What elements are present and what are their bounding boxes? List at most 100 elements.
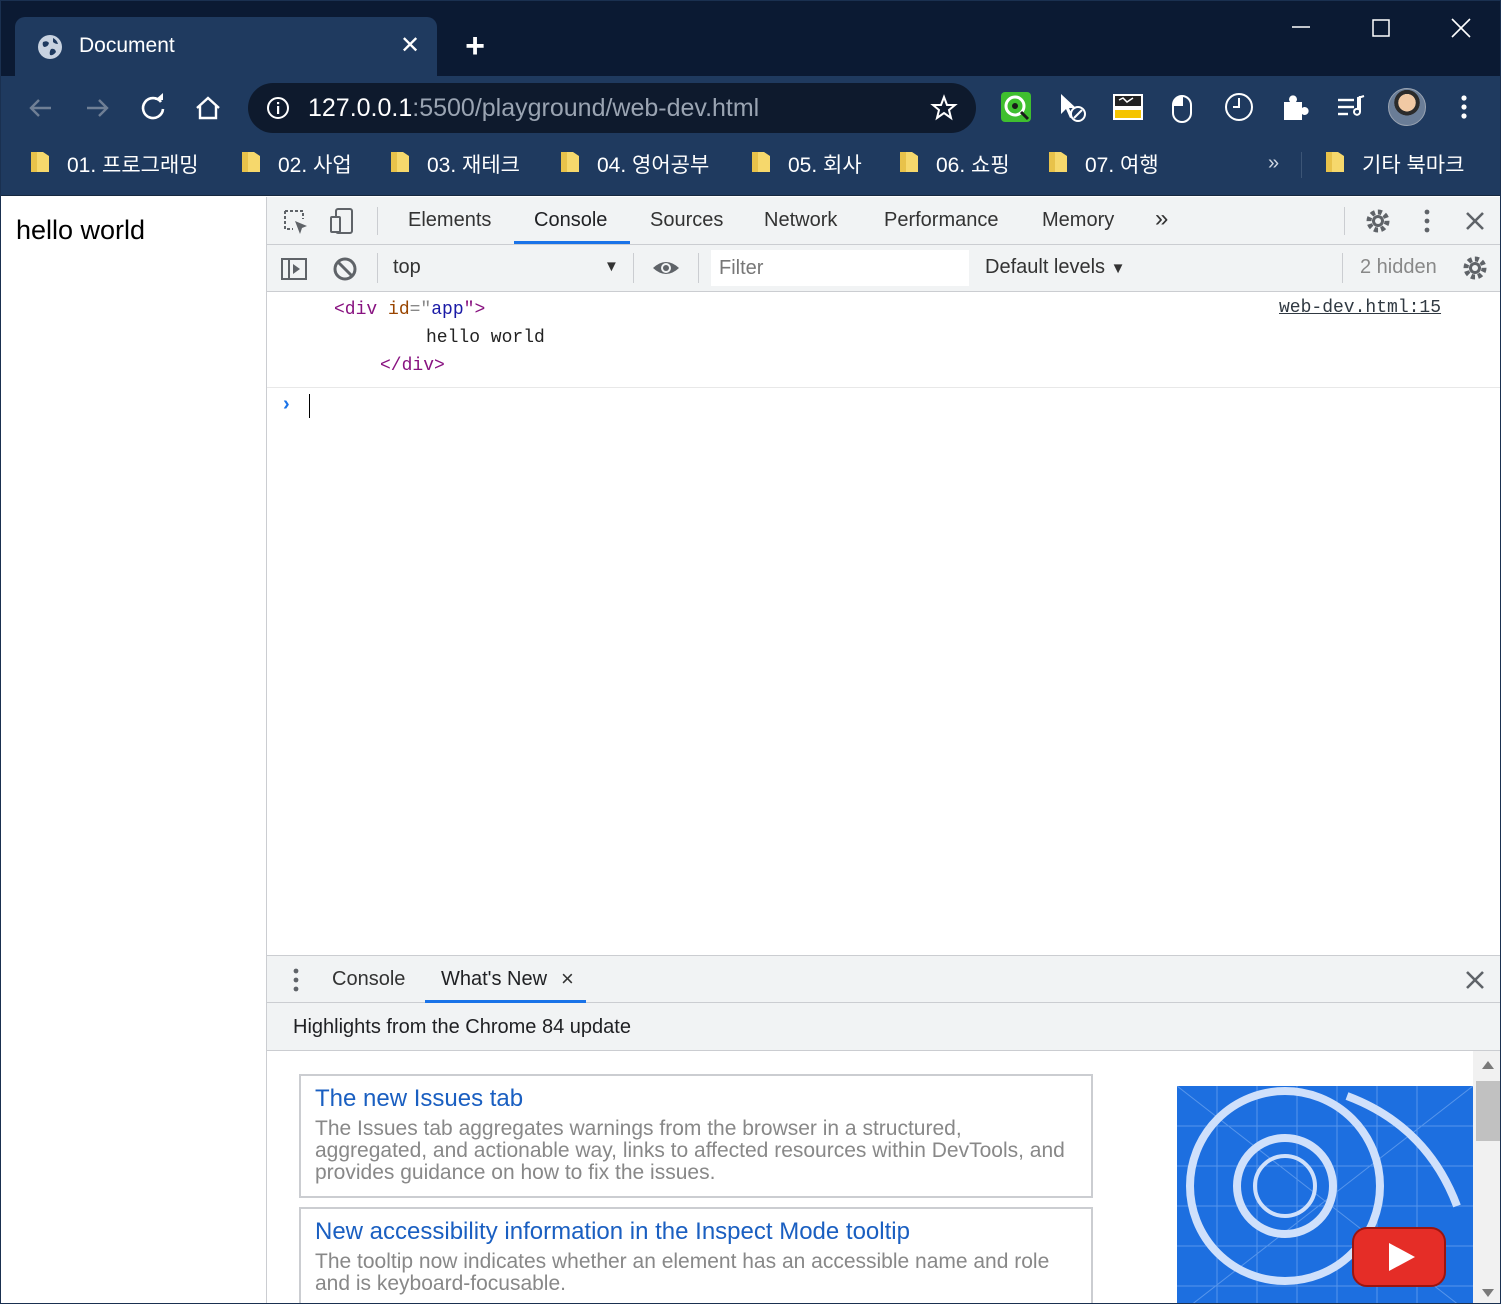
log-levels-dropdown[interactable]: Default levels ▼ [985, 256, 1125, 279]
customize-kebab-icon[interactable] [1412, 206, 1442, 236]
reload-icon[interactable] [135, 90, 171, 126]
window-close-icon[interactable] [1429, 9, 1493, 49]
tab-sources[interactable]: Sources [650, 209, 723, 232]
bookmark-folder[interactable]: 03. 재테크 [389, 149, 520, 179]
tab-network[interactable]: Network [764, 209, 837, 232]
forward-icon[interactable] [79, 90, 115, 126]
page-viewport: hello world [1, 197, 266, 1303]
other-bookmarks-folder[interactable]: 기타 북마크 [1324, 149, 1464, 179]
whats-new-header: Highlights from the Chrome 84 update [267, 1003, 1500, 1051]
close-devtools-icon[interactable] [1460, 206, 1490, 236]
toolbar-divider [698, 253, 699, 283]
tab-elements[interactable]: Elements [408, 209, 491, 232]
folder-icon [900, 152, 918, 172]
folder-icon [31, 152, 49, 172]
feature-card[interactable]: New accessibility information in the Ins… [299, 1207, 1093, 1303]
folder-icon [1049, 152, 1067, 172]
feature-card-title[interactable]: The new Issues tab [315, 1084, 1077, 1114]
tab-close-icon[interactable]: ✕ [395, 31, 425, 61]
bookmarks-divider [1301, 152, 1302, 178]
browser-toolbar: 127.0.0.1:5500/playground/web-dev.html [1, 76, 1500, 140]
profile-avatar[interactable] [1388, 88, 1426, 126]
drawer-tab-whats-new[interactable]: What's New [441, 968, 547, 991]
console-toolbar: top ▼ Default levels ▼ 2 hidden [267, 245, 1500, 292]
bookmark-folder[interactable]: 04. 영어공부 [559, 149, 709, 179]
video-thumbnail[interactable] [1177, 1086, 1473, 1303]
url-text: 127.0.0.1:5500/playground/web-dev.html [308, 94, 760, 122]
extension-screen-capture-icon[interactable] [999, 90, 1033, 124]
feature-card-body: The tooltip now indicates whether an ele… [315, 1250, 1050, 1295]
bookmark-star-icon[interactable] [930, 94, 958, 122]
close-drawer-icon[interactable] [1460, 965, 1490, 995]
drawer-menu-kebab-icon[interactable] [281, 965, 311, 995]
dropdown-arrow-icon[interactable]: ▼ [604, 258, 619, 275]
more-tabs-icon[interactable]: » [1155, 205, 1168, 233]
bookmark-folder[interactable]: 06. 쇼핑 [898, 149, 1010, 179]
device-toolbar-icon[interactable] [328, 206, 358, 236]
console-element-open-tag[interactable]: <div id="app"> [334, 300, 485, 320]
extension-clock-icon[interactable] [1222, 90, 1256, 124]
home-icon[interactable] [190, 90, 226, 126]
extension-cursor-icon[interactable] [1055, 90, 1089, 124]
globe-icon [38, 35, 62, 59]
browser-tab[interactable]: Document ✕ [15, 17, 437, 76]
feature-card-title[interactable]: New accessibility information in the Ins… [315, 1217, 1077, 1247]
folder-icon [391, 152, 409, 172]
drawer-tabbar: Console What's New × [267, 956, 1500, 1003]
drawer-scrollbar[interactable] [1473, 1051, 1500, 1303]
console-settings-gear-icon[interactable] [1460, 253, 1490, 283]
console-prompt-icon: › [283, 393, 290, 415]
tab-console[interactable]: Console [534, 209, 607, 232]
inspect-element-icon[interactable] [281, 207, 311, 237]
menu-kebab-icon[interactable] [1447, 90, 1481, 124]
console-input-caret[interactable] [309, 394, 310, 418]
devtools-tabbar: Elements Console Sources Network Perform… [267, 197, 1500, 245]
devtools-drawer: Console What's New × Highlights from the… [267, 955, 1500, 1303]
extension-clipper-icon[interactable] [1111, 90, 1145, 124]
close-tab-icon[interactable]: × [561, 966, 574, 992]
scroll-up-icon[interactable] [1482, 1061, 1494, 1069]
bookmarks-bar: 01. 프로그래밍 02. 사업 03. 재테크 04. 영어공부 05. 회사… [1, 140, 1500, 196]
feature-card[interactable]: The new Issues tab The Issues tab aggreg… [299, 1074, 1093, 1198]
browser-window: Document ✕ + 127.0.0.1:5500/playground/w… [0, 0, 1501, 1304]
hidden-messages-count: 2 hidden [1360, 256, 1437, 278]
extensions-puzzle-icon[interactable] [1278, 90, 1312, 124]
media-control-icon[interactable] [1334, 90, 1368, 124]
bookmark-folder[interactable]: 02. 사업 [240, 149, 352, 179]
info-icon[interactable] [266, 96, 290, 120]
context-selector[interactable]: top [393, 256, 421, 279]
new-tab-icon[interactable]: + [457, 29, 493, 65]
settings-gear-icon[interactable] [1363, 206, 1393, 236]
whats-new-heading: Highlights from the Chrome 84 update [293, 1016, 631, 1038]
feature-card-body: The Issues tab aggregates warnings from … [315, 1117, 1065, 1184]
scroll-down-icon[interactable] [1482, 1289, 1494, 1297]
active-tab-indicator [514, 241, 630, 244]
live-expression-eye-icon[interactable] [651, 253, 681, 283]
filter-box[interactable] [711, 250, 969, 286]
tab-strip: Document ✕ + [1, 1, 1500, 76]
scrollbar-thumb[interactable] [1476, 1081, 1500, 1141]
console-element-text: hello world [426, 328, 545, 348]
tab-title: Document [79, 34, 175, 57]
clear-console-icon[interactable] [330, 254, 360, 284]
extension-mouse-icon[interactable] [1165, 90, 1199, 124]
bookmark-folder[interactable]: 05. 회사 [750, 149, 862, 179]
minimize-icon[interactable] [1269, 9, 1333, 49]
bookmark-folder[interactable]: 07. 여행 [1047, 149, 1159, 179]
tab-performance[interactable]: Performance [884, 209, 999, 232]
filter-input[interactable] [711, 250, 969, 286]
toolbar-divider [377, 207, 378, 235]
maximize-icon[interactable] [1349, 9, 1413, 49]
bookmarks-overflow-icon[interactable]: » [1268, 152, 1279, 175]
tab-memory[interactable]: Memory [1042, 209, 1114, 232]
bookmark-folder[interactable]: 01. 프로그래밍 [29, 149, 199, 179]
toolbar-divider [377, 253, 378, 283]
toolbar-divider [1342, 253, 1343, 283]
address-bar[interactable]: 127.0.0.1:5500/playground/web-dev.html [248, 83, 976, 133]
show-sidebar-icon[interactable] [279, 254, 309, 284]
drawer-tab-console[interactable]: Console [332, 968, 405, 991]
page-hello-text: hello world [16, 215, 146, 245]
chrome-logo-graphic [1177, 1086, 1473, 1303]
back-icon[interactable] [23, 90, 59, 126]
source-link[interactable]: web-dev.html:15 [1279, 298, 1441, 318]
